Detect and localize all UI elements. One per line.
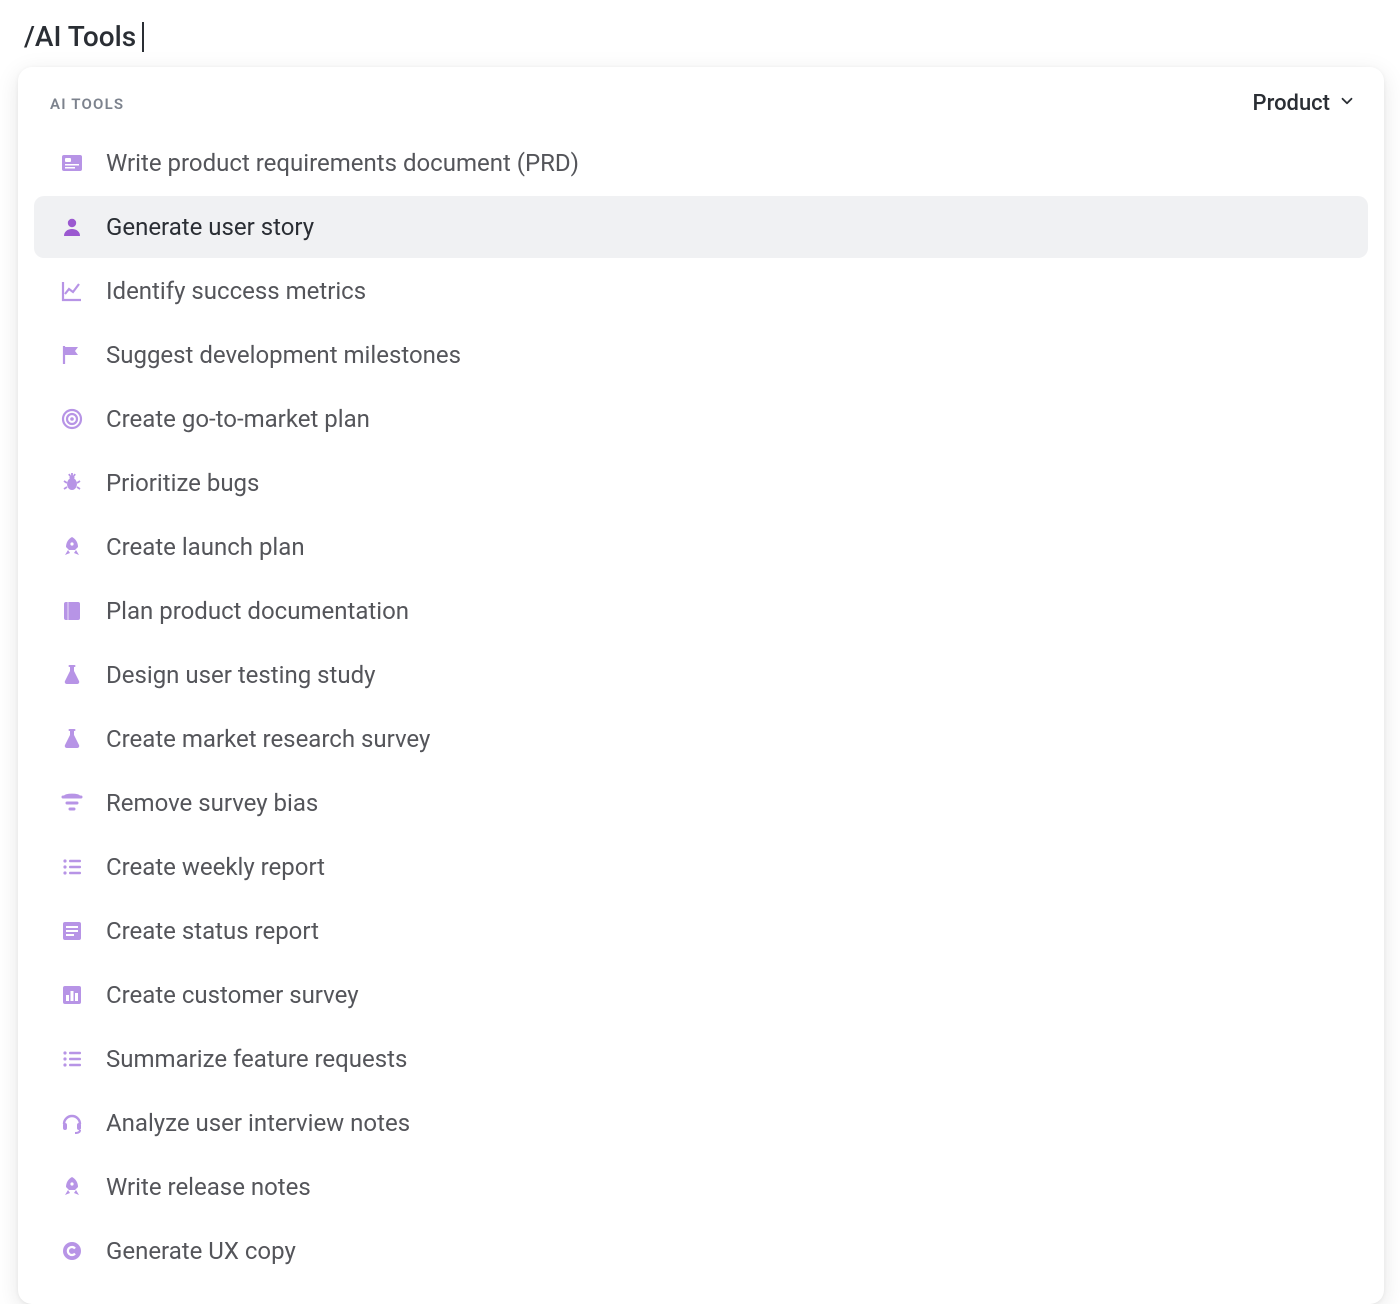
ai-tool-item[interactable]: Plan product documentation	[34, 580, 1368, 642]
ai-tool-item[interactable]: Create go-to-market plan	[34, 388, 1368, 450]
ai-tool-item[interactable]: Remove survey bias	[34, 772, 1368, 834]
ai-tool-label: Design user testing study	[106, 661, 376, 689]
ai-tool-label: Write product requirements document (PRD…	[106, 149, 579, 177]
ai-tools-list: Write product requirements document (PRD…	[26, 132, 1376, 1282]
ai-tools-dropdown: AI TOOLS Product Write product requireme…	[18, 67, 1384, 1304]
ai-tool-label: Create weekly report	[106, 853, 325, 881]
ai-tool-item[interactable]: Create customer survey	[34, 964, 1368, 1026]
bar-chart-icon	[58, 981, 86, 1009]
command-input-text: /AI Tools	[24, 20, 136, 53]
chart-line-icon	[58, 277, 86, 305]
flask-icon	[58, 725, 86, 753]
list-icon	[58, 853, 86, 881]
ai-tool-label: Suggest development milestones	[106, 341, 461, 369]
ai-tool-label: Generate UX copy	[106, 1237, 296, 1265]
bug-icon	[58, 469, 86, 497]
section-title: AI TOOLS	[50, 95, 124, 113]
id-card-icon	[58, 149, 86, 177]
person-icon	[58, 213, 86, 241]
ai-tool-label: Plan product documentation	[106, 597, 409, 625]
ai-tool-label: Prioritize bugs	[106, 469, 259, 497]
chevron-down-icon	[1338, 91, 1356, 116]
flag-icon	[58, 341, 86, 369]
ai-tool-label: Create launch plan	[106, 533, 305, 561]
ai-tool-item[interactable]: Write product requirements document (PRD…	[34, 132, 1368, 194]
ai-tool-label: Summarize feature requests	[106, 1045, 407, 1073]
rocket-icon	[58, 1173, 86, 1201]
list-icon	[58, 1045, 86, 1073]
ai-tool-item[interactable]: Generate user story	[34, 196, 1368, 258]
ai-tool-label: Remove survey bias	[106, 789, 318, 817]
ai-tool-item[interactable]: Summarize feature requests	[34, 1028, 1368, 1090]
ai-tool-item[interactable]: Create launch plan	[34, 516, 1368, 578]
ai-tool-label: Analyze user interview notes	[106, 1109, 410, 1137]
ai-tool-label: Create market research survey	[106, 725, 430, 753]
category-label: Product	[1253, 91, 1330, 116]
ai-tool-item[interactable]: Generate UX copy	[34, 1220, 1368, 1282]
ai-tool-label: Write release notes	[106, 1173, 311, 1201]
ai-tool-item[interactable]: Analyze user interview notes	[34, 1092, 1368, 1154]
rocket-icon	[58, 533, 86, 561]
ai-tool-item[interactable]: Create weekly report	[34, 836, 1368, 898]
ai-tool-item[interactable]: Suggest development milestones	[34, 324, 1368, 386]
flask-icon	[58, 661, 86, 689]
ai-tool-item[interactable]: Write release notes	[34, 1156, 1368, 1218]
category-selector[interactable]: Product	[1253, 91, 1356, 116]
ai-tool-item[interactable]: Design user testing study	[34, 644, 1368, 706]
headset-icon	[58, 1109, 86, 1137]
ai-tool-label: Generate user story	[106, 213, 314, 241]
ai-tool-item[interactable]: Create status report	[34, 900, 1368, 962]
text-cursor	[142, 22, 144, 52]
filter-icon	[58, 789, 86, 817]
ai-tool-label: Create status report	[106, 917, 319, 945]
form-icon	[58, 917, 86, 945]
book-icon	[58, 597, 86, 625]
ai-tool-item[interactable]: Create market research survey	[34, 708, 1368, 770]
ai-tool-label: Create go-to-market plan	[106, 405, 370, 433]
copyright-icon	[58, 1237, 86, 1265]
panel-header: AI TOOLS Product	[26, 85, 1376, 120]
ai-tool-label: Identify success metrics	[106, 277, 366, 305]
command-input[interactable]: /AI Tools	[18, 18, 1382, 67]
ai-tool-item[interactable]: Prioritize bugs	[34, 452, 1368, 514]
target-icon	[58, 405, 86, 433]
ai-tool-item[interactable]: Identify success metrics	[34, 260, 1368, 322]
ai-tool-label: Create customer survey	[106, 981, 359, 1009]
